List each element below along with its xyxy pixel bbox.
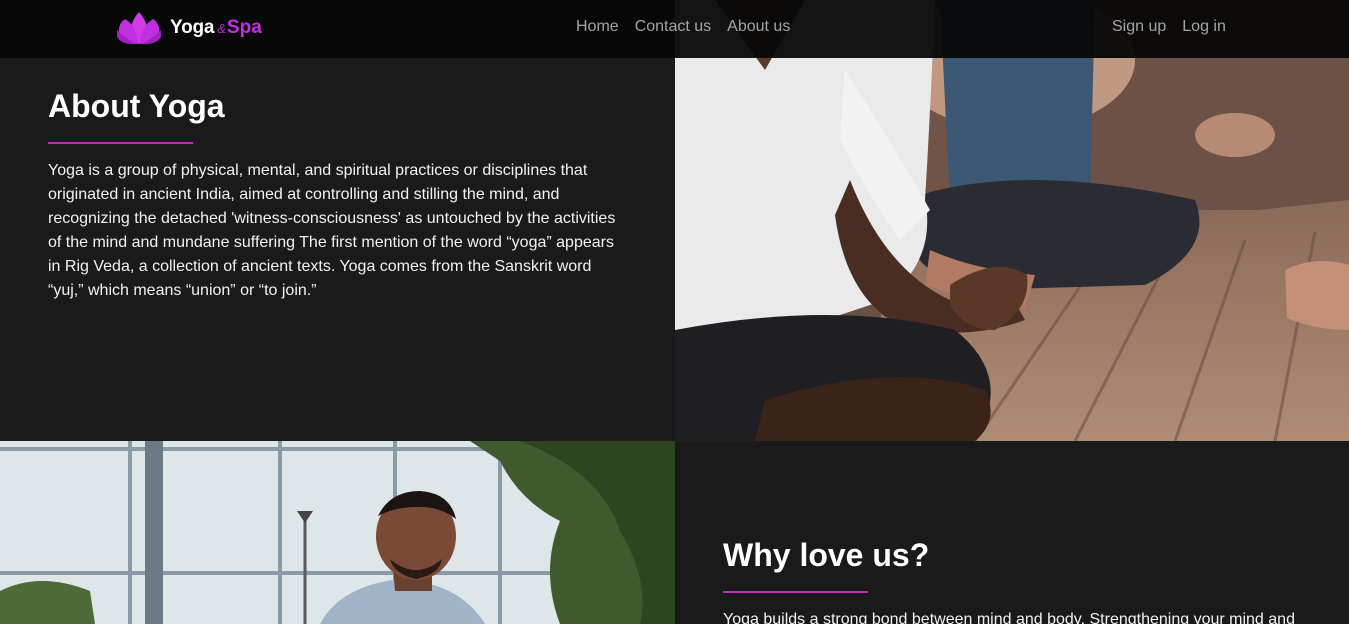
nav-contact-link[interactable]: Contact us xyxy=(635,18,711,36)
why-title: Why love us? xyxy=(723,537,930,573)
log-in-link[interactable]: Log in xyxy=(1182,18,1226,36)
about-section: About Yoga Yoga is a group of physical, … xyxy=(0,58,675,441)
why-paragraph: Yoga builds a strong bond between mind a… xyxy=(723,611,1295,624)
nav-about-link[interactable]: About us xyxy=(727,18,790,36)
why-title-underline xyxy=(723,591,868,593)
main-nav: Home Contact us About us xyxy=(576,18,790,36)
page: Yoga & Spa Home Contact us About us Sign… xyxy=(0,0,1349,624)
about-paragraph: Yoga is a group of physical, mental, and… xyxy=(48,162,616,299)
group-meditation-photo xyxy=(675,0,1349,441)
sign-up-link[interactable]: Sign up xyxy=(1112,18,1166,36)
brand-name-spa: Spa xyxy=(226,17,262,38)
auth-nav: Sign up Log in xyxy=(1112,18,1226,36)
brand-ampersand: & xyxy=(217,20,226,36)
brand-name: Yoga xyxy=(170,17,215,38)
navbar: Yoga & Spa Home Contact us About us Sign… xyxy=(0,0,1349,58)
brand-logo-link[interactable]: Yoga & Spa xyxy=(116,10,262,46)
lotus-icon xyxy=(117,12,161,45)
why-section: Why love us? Yoga builds a strong bond b… xyxy=(675,441,1349,624)
man-meditating-photo xyxy=(0,441,675,624)
nav-home-link[interactable]: Home xyxy=(576,18,619,36)
about-title: About Yoga xyxy=(48,88,225,124)
about-title-underline xyxy=(48,142,193,144)
